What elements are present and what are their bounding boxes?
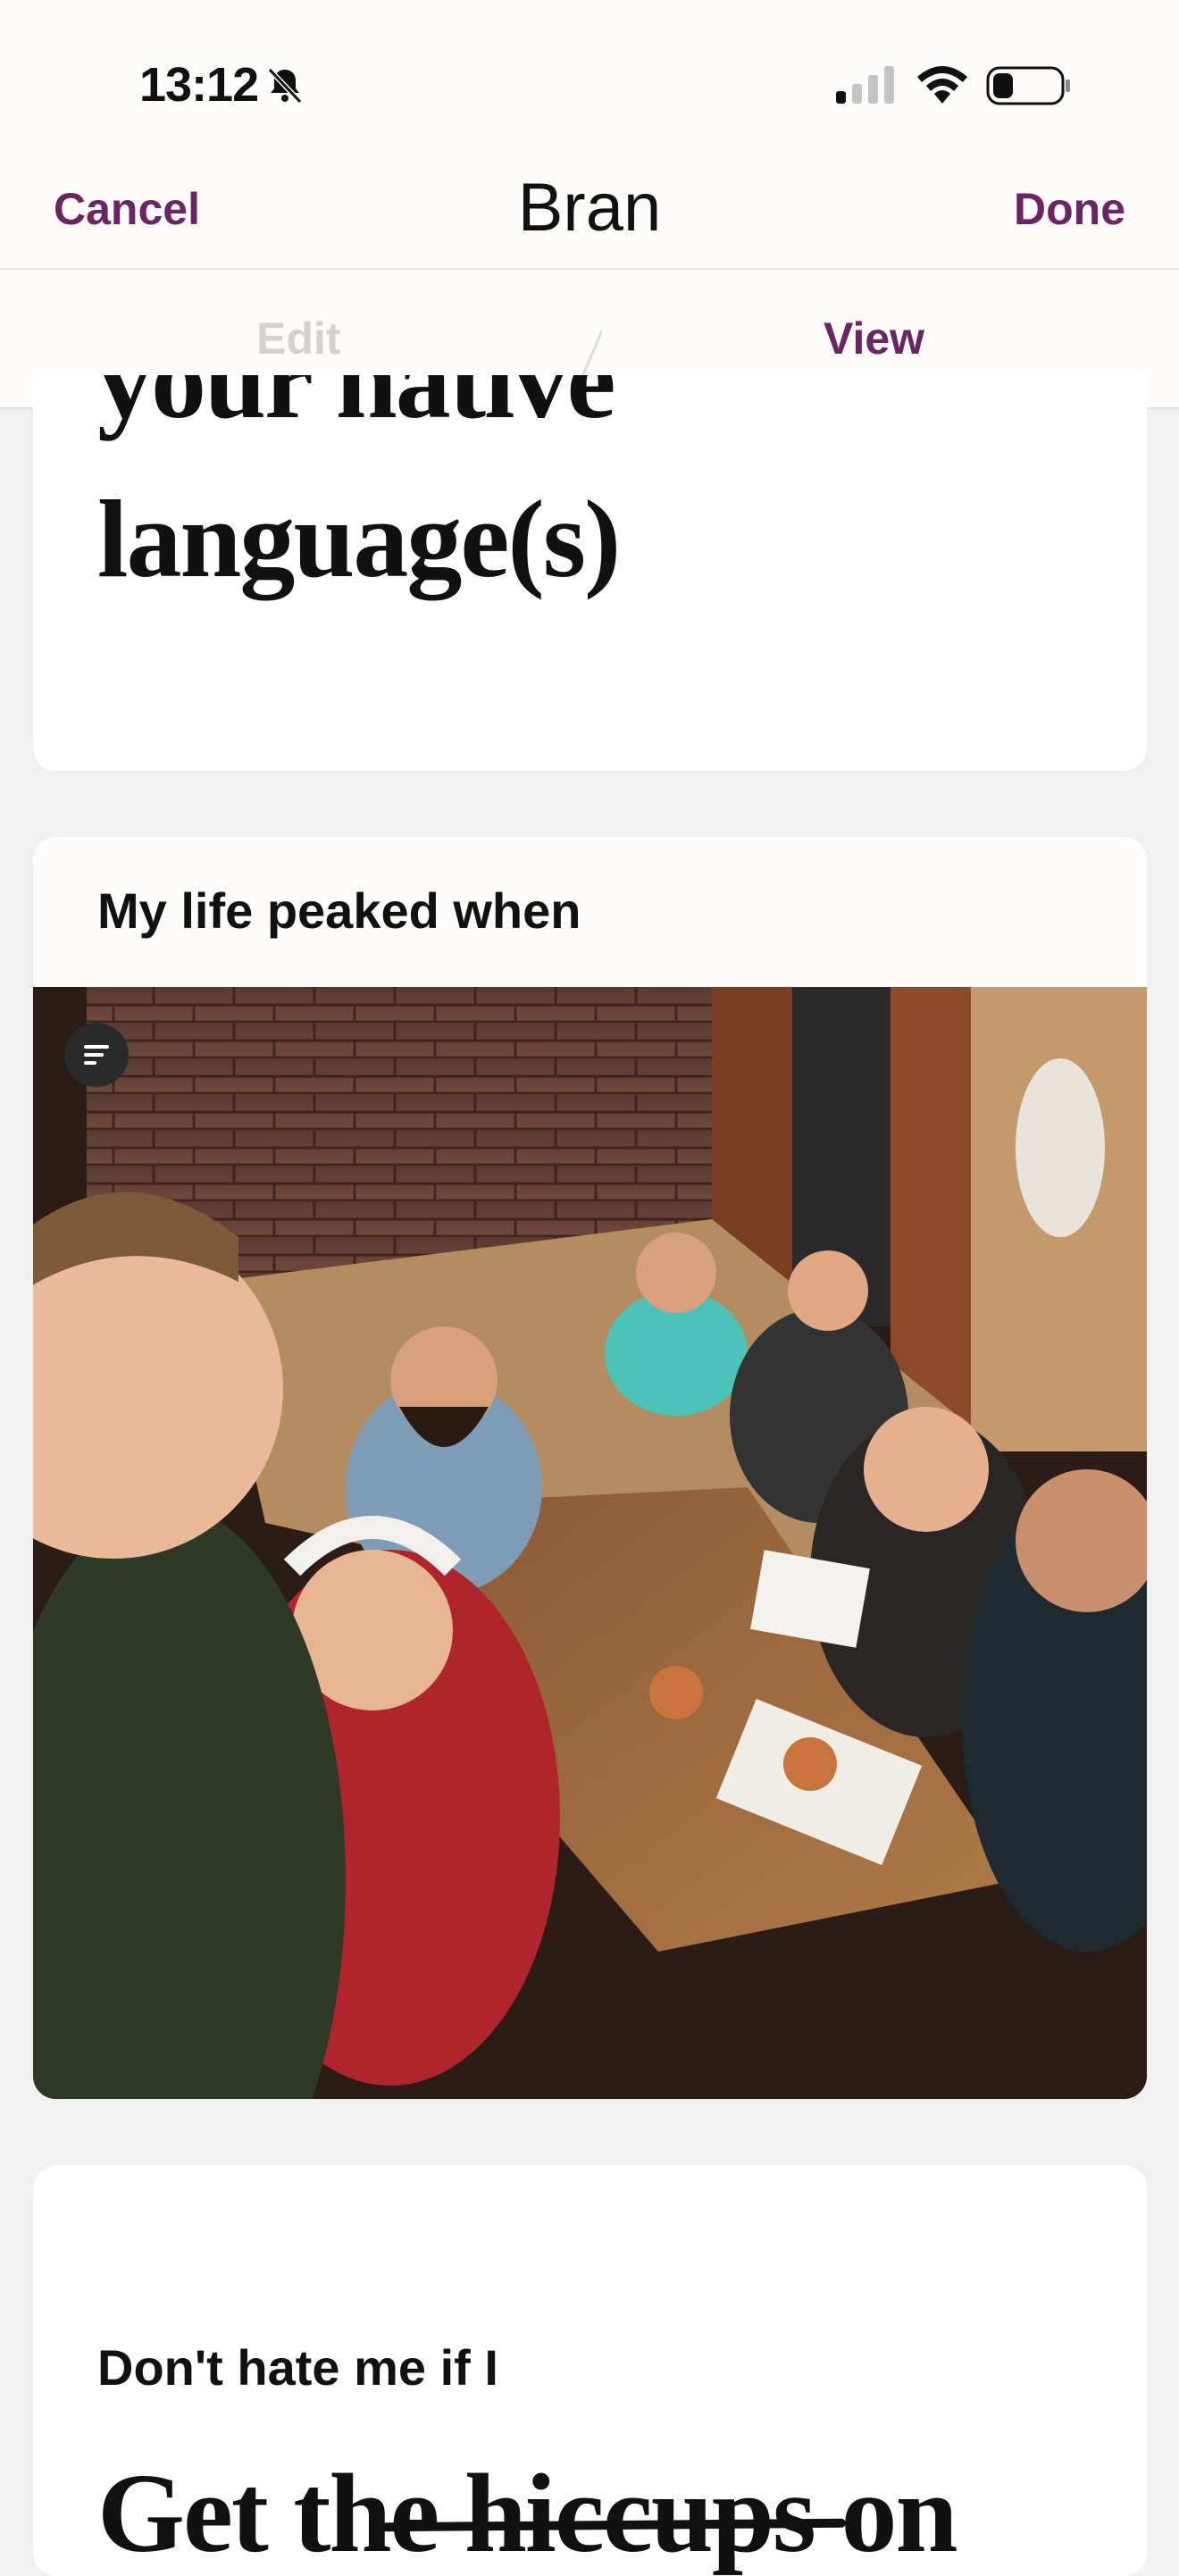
prompt-card-dont-hate[interactable]: Don't hate me if I Get the hiccups on [33, 2165, 1147, 2576]
prompt-card-life-peaked[interactable]: My life peaked when [33, 837, 1147, 2099]
prompt-label: My life peaked when [97, 882, 581, 939]
answer-text: Get the hiccups on [97, 2452, 958, 2576]
cellular-signal-icon [836, 66, 894, 104]
prompt-label: Don't hate me if I [97, 2339, 498, 2396]
caption-icon [84, 1045, 109, 1065]
tab-view[interactable]: View [824, 313, 924, 364]
bell-muted-icon [267, 67, 303, 105]
page-title: Bran [517, 170, 662, 246]
prompt-photo[interactable] [33, 987, 1147, 2099]
status-time: 13:12 [139, 58, 259, 112]
tab-edit[interactable]: Edit [256, 313, 340, 364]
done-button[interactable]: Done [1014, 183, 1125, 235]
wifi-icon [917, 66, 967, 104]
caption-button[interactable] [64, 1023, 129, 1087]
answer-line-1: your native [97, 375, 616, 441]
battery-icon [986, 66, 1070, 105]
prompt-card-native-language[interactable]: your native language(s) [33, 375, 1147, 771]
status-bar: 13:12 [0, 0, 1179, 156]
nav-bar: Cancel Bran Done [0, 156, 1179, 270]
answer-line-2: language(s) [97, 478, 621, 600]
photo-group-selfie [33, 987, 1147, 2099]
